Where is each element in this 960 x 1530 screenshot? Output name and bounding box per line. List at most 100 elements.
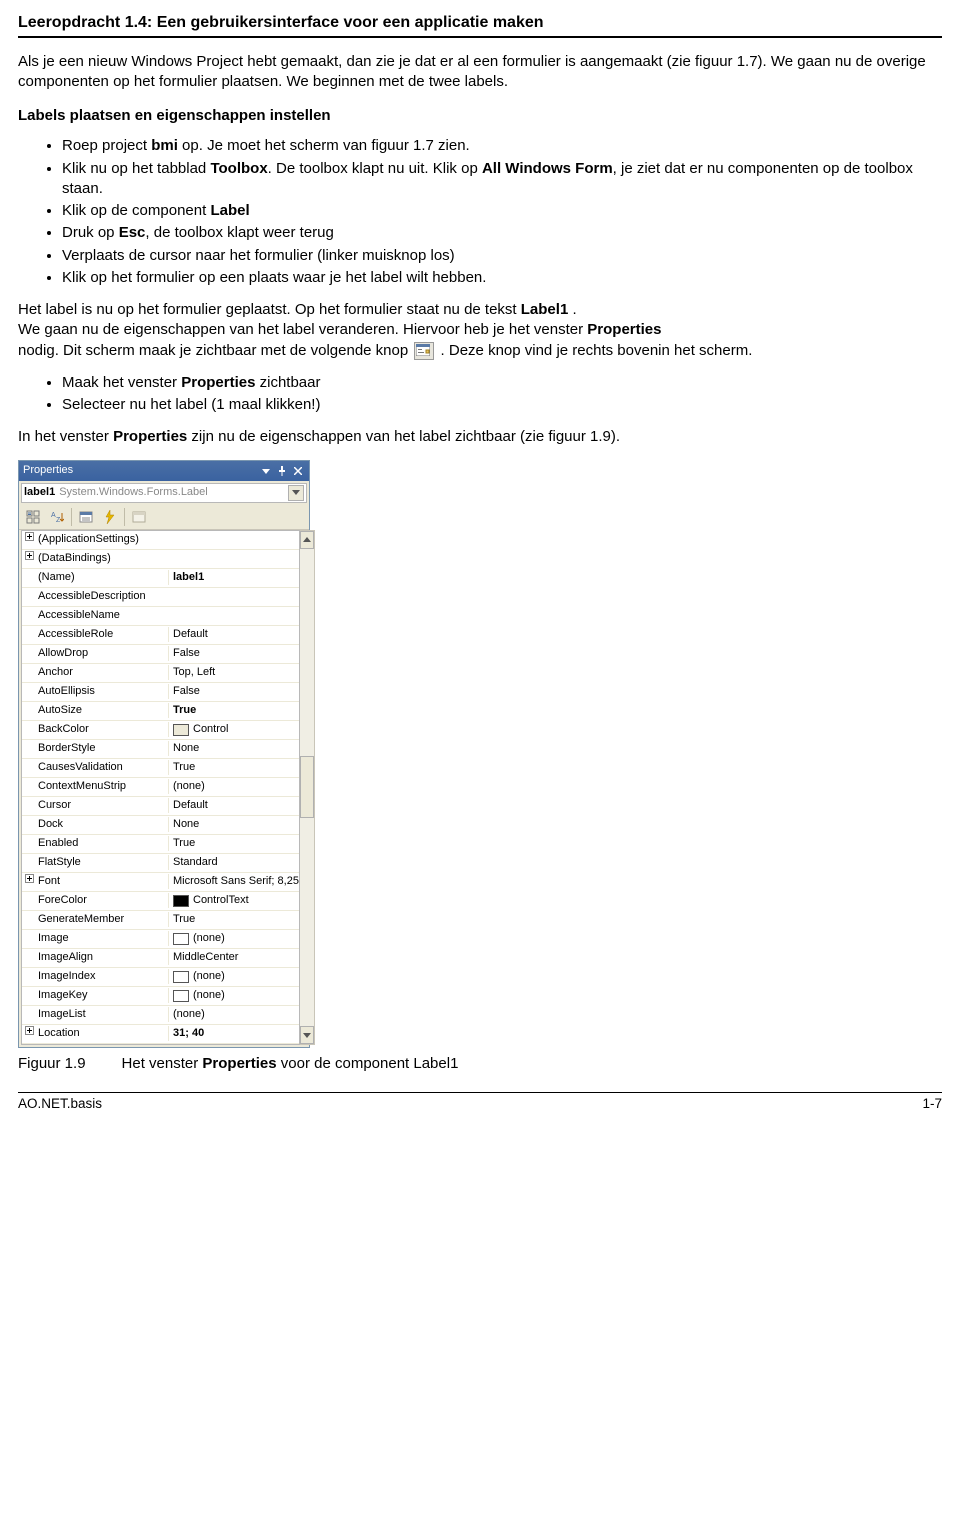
property-row[interactable]: AutoEllipsisFalse (22, 683, 299, 702)
property-name: AutoEllipsis (36, 684, 168, 699)
property-row[interactable]: Image(none) (22, 930, 299, 949)
property-value[interactable]: Top, Left (168, 665, 299, 680)
figure-caption: Figuur 1.9Het venster Properties voor de… (18, 1054, 942, 1074)
property-name: (Name) (36, 570, 168, 585)
property-name: CausesValidation (36, 760, 168, 775)
scrollbar-vertical[interactable] (300, 530, 315, 1045)
property-row[interactable]: AnchorTop, Left (22, 664, 299, 683)
property-value[interactable]: 31; 40 (168, 1026, 299, 1041)
property-row[interactable]: ImageKey(none) (22, 987, 299, 1006)
expand-icon[interactable] (22, 1026, 36, 1041)
property-value[interactable]: (none) (168, 969, 299, 984)
property-row[interactable]: CausesValidationTrue (22, 759, 299, 778)
pin-icon[interactable] (275, 464, 289, 478)
expand-icon[interactable] (22, 874, 36, 889)
list-item: Klik op het formulier op een plaats waar… (62, 268, 942, 288)
property-row[interactable]: BorderStyleNone (22, 740, 299, 759)
properties-icon[interactable] (74, 506, 98, 528)
scroll-down-icon[interactable] (300, 1026, 314, 1044)
property-row[interactable]: AllowDropFalse (22, 645, 299, 664)
property-value[interactable]: True (168, 912, 299, 927)
property-pages-icon[interactable] (127, 506, 151, 528)
property-value[interactable]: False (168, 646, 299, 661)
property-value[interactable]: (none) (168, 931, 299, 946)
property-name: (ApplicationSettings) (36, 532, 168, 547)
property-value[interactable]: Microsoft Sans Serif; 8,25 (168, 874, 299, 889)
object-type: System.Windows.Forms.Label (59, 485, 288, 500)
object-selector[interactable]: label1 System.Windows.Forms.Label (21, 483, 307, 503)
scroll-up-icon[interactable] (300, 531, 314, 549)
dropdown-icon[interactable] (288, 485, 304, 501)
expand-icon[interactable] (22, 551, 36, 566)
property-name: Dock (36, 817, 168, 832)
property-value[interactable]: MiddleCenter (168, 950, 299, 965)
property-row[interactable]: AccessibleName (22, 607, 299, 626)
events-icon[interactable] (98, 506, 122, 528)
property-row[interactable]: ImageList(none) (22, 1006, 299, 1025)
property-row[interactable]: EnabledTrue (22, 835, 299, 854)
property-value[interactable]: True (168, 836, 299, 851)
property-value[interactable]: Control (168, 722, 299, 737)
property-value[interactable]: None (168, 817, 299, 832)
page-footer: AO.NET.basis 1-7 (18, 1092, 942, 1113)
footer-left: AO.NET.basis (18, 1095, 102, 1113)
property-row[interactable]: FontMicrosoft Sans Serif; 8,25 (22, 873, 299, 892)
property-row[interactable]: ForeColorControlText (22, 892, 299, 911)
expand-icon[interactable] (22, 532, 36, 547)
property-name: ContextMenuStrip (36, 779, 168, 794)
property-row[interactable]: (DataBindings) (22, 550, 299, 569)
property-value[interactable]: True (168, 703, 299, 718)
categorized-icon[interactable] (21, 506, 45, 528)
property-name: Anchor (36, 665, 168, 680)
intro-paragraph: Als je een nieuw Windows Project hebt ge… (18, 52, 942, 93)
property-row[interactable]: AccessibleRoleDefault (22, 626, 299, 645)
property-row[interactable]: ImageIndex(none) (22, 968, 299, 987)
property-value[interactable]: None (168, 741, 299, 756)
property-name: Location (36, 1026, 168, 1041)
property-value[interactable]: ControlText (168, 893, 299, 908)
property-value[interactable]: label1 (168, 570, 299, 585)
property-row[interactable]: BackColorControl (22, 721, 299, 740)
property-row[interactable]: DockNone (22, 816, 299, 835)
footer-right: 1-7 (922, 1095, 942, 1113)
property-row[interactable]: Location31; 40 (22, 1025, 299, 1044)
scroll-thumb[interactable] (300, 756, 314, 818)
property-row[interactable]: (ApplicationSettings) (22, 531, 299, 550)
property-row[interactable]: AutoSizeTrue (22, 702, 299, 721)
property-value[interactable]: Standard (168, 855, 299, 870)
instruction-list-1: Roep project bmi op. Je moet het scherm … (18, 136, 942, 288)
property-value[interactable]: (none) (168, 779, 299, 794)
property-row[interactable]: FlatStyleStandard (22, 854, 299, 873)
list-item: Maak het venster Properties zichtbaar (62, 373, 942, 393)
properties-toolbar: AZ (19, 505, 309, 530)
property-row[interactable]: GenerateMemberTrue (22, 911, 299, 930)
property-name: AllowDrop (36, 646, 168, 661)
property-row[interactable]: ImageAlignMiddleCenter (22, 949, 299, 968)
window-menu-icon[interactable] (259, 464, 273, 478)
property-row[interactable]: (Name)label1 (22, 569, 299, 588)
property-value[interactable]: Default (168, 627, 299, 642)
property-value[interactable]: (none) (168, 988, 299, 1003)
color-swatch-icon (173, 895, 189, 907)
property-name: FlatStyle (36, 855, 168, 870)
alphabetical-icon[interactable]: AZ (45, 506, 69, 528)
property-value[interactable]: False (168, 684, 299, 699)
property-name: ForeColor (36, 893, 168, 908)
paragraph: In het venster Properties zijn nu de eig… (18, 427, 942, 447)
property-value[interactable]: True (168, 760, 299, 775)
property-row[interactable]: AccessibleDescription (22, 588, 299, 607)
list-item: Klik op de component Label (62, 201, 942, 221)
instruction-list-2: Maak het venster Properties zichtbaar Se… (18, 373, 942, 416)
page-title: Leeropdracht 1.4: Een gebruikersinterfac… (18, 12, 942, 38)
property-value[interactable]: Default (168, 798, 299, 813)
property-name: AutoSize (36, 703, 168, 718)
property-name: AccessibleDescription (36, 589, 168, 604)
properties-grid[interactable]: (ApplicationSettings) (DataBindings)(Name… (21, 530, 300, 1045)
property-row[interactable]: ContextMenuStrip(none) (22, 778, 299, 797)
paragraph: Het label is nu op het formulier geplaat… (18, 300, 942, 341)
property-name: ImageIndex (36, 969, 168, 984)
property-row[interactable]: CursorDefault (22, 797, 299, 816)
property-value[interactable]: (none) (168, 1007, 299, 1022)
close-icon[interactable] (291, 464, 305, 478)
properties-title-text: Properties (23, 463, 73, 478)
